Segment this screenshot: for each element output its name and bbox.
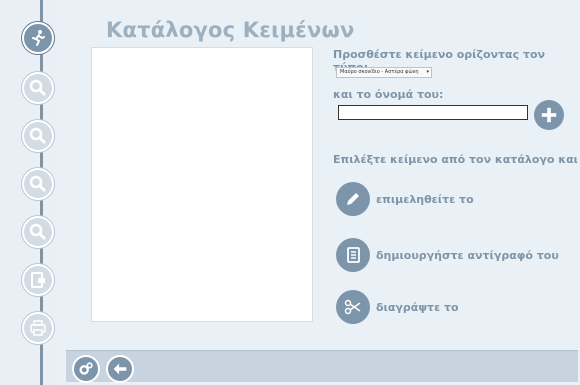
document-icon [347,247,360,263]
page-title: Κατάλογος Κειμένων [106,18,355,42]
back-icon [113,363,127,375]
edit-button[interactable] [336,182,370,216]
search-icon [29,175,47,193]
search-icon [29,79,47,97]
text-type-select-value: Μαύρο σκονίδιο - Αστέρα φώνη [340,69,419,75]
delete-button[interactable] [336,290,370,324]
settings-button[interactable] [72,355,100,383]
plus-icon [541,107,557,123]
run-button[interactable] [22,22,54,54]
print-button[interactable] [22,312,54,344]
text-catalog-list[interactable] [91,47,313,322]
search-button-4[interactable] [22,216,54,248]
export-button[interactable] [22,264,54,296]
search-icon [29,127,47,145]
search-icon [29,223,47,241]
edit-label: επιμεληθείτε το [376,193,474,206]
run-icon [32,30,45,46]
text-type-select[interactable]: Μαύρο σκονίδιο - Αστέρα φώνη ▾ [336,67,432,78]
search-button-2[interactable] [22,120,54,152]
export-icon [31,272,45,288]
chevron-down-icon: ▾ [426,69,429,75]
name-prompt-label: και το όνομά του: [333,88,444,101]
copy-button[interactable] [336,238,370,272]
print-icon [30,320,46,336]
search-button-3[interactable] [22,168,54,200]
search-button-1[interactable] [22,72,54,104]
delete-label: διαγράψτε το [376,301,459,314]
bottom-bar [66,350,578,382]
settings-icon [79,362,93,375]
pencil-icon [347,193,359,205]
back-button[interactable] [106,355,134,383]
text-name-input[interactable] [338,105,528,120]
choose-prompt-label: Επιλέξτε κείμενο από τον κατάλογο και [333,153,578,166]
scissors-icon [344,299,361,315]
copy-label: δημιουργήστε αντίγραφό του [376,249,559,262]
add-text-button[interactable] [534,100,564,130]
